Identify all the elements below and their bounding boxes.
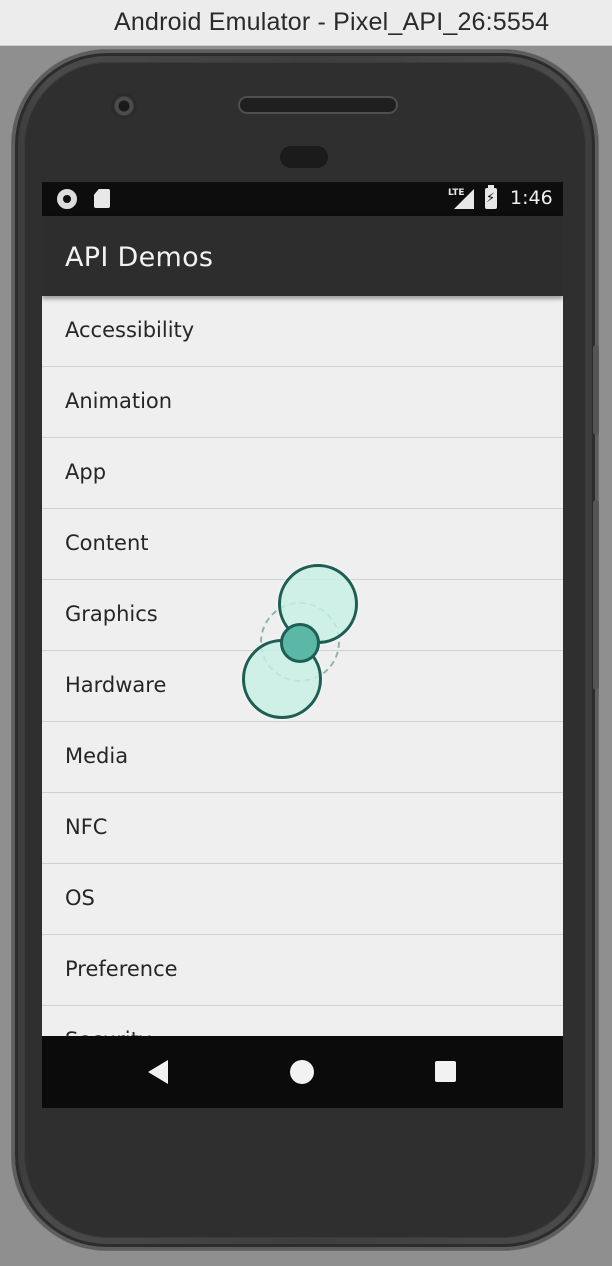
list-item-preference[interactable]: Preference	[42, 935, 563, 1006]
back-icon[interactable]	[148, 1060, 168, 1084]
window-title: Android Emulator - Pixel_API_26:5554	[114, 8, 550, 36]
list-item-media[interactable]: Media	[42, 722, 563, 793]
battery-charging-icon: ⚡	[485, 185, 497, 209]
app-bar: API Demos	[42, 216, 563, 296]
list-item-label: Media	[65, 744, 129, 768]
power-button[interactable]	[593, 345, 599, 435]
list-item-accessibility[interactable]: Accessibility	[42, 296, 563, 367]
list-item-label: OS	[65, 886, 95, 910]
proximity-sensor	[280, 146, 328, 168]
lte-signal-icon: LTE	[448, 188, 474, 209]
status-bar: LTE ⚡ 1:46	[42, 182, 563, 216]
device-screen: LTE ⚡ 1:46 API Demos Accessibility Anima…	[42, 182, 563, 1108]
list-item-label: Security	[65, 1028, 151, 1036]
app-title: API Demos	[65, 242, 214, 273]
list-item-os[interactable]: OS	[42, 864, 563, 935]
list-item-nfc[interactable]: NFC	[42, 793, 563, 864]
earpiece-speaker	[238, 96, 398, 114]
list-item-app[interactable]: App	[42, 438, 563, 509]
sd-card-icon	[94, 189, 110, 208]
front-camera-icon	[111, 93, 137, 119]
list-item-label: Hardware	[65, 673, 167, 697]
list-item-animation[interactable]: Animation	[42, 367, 563, 438]
pinch-center-dot	[280, 623, 320, 663]
list-item-label: Graphics	[65, 602, 158, 626]
sync-circle-icon	[57, 189, 77, 209]
list-item-label: Animation	[65, 389, 173, 413]
list-item-label: Content	[65, 531, 149, 555]
list-item-label: App	[65, 460, 107, 484]
volume-rocker[interactable]	[593, 500, 599, 690]
status-time: 1:46	[510, 187, 553, 209]
list-item-label: Preference	[65, 957, 178, 981]
navigation-bar	[42, 1036, 563, 1108]
list-item-label: Accessibility	[65, 318, 195, 342]
emulator-title-bar: Android Emulator - Pixel_API_26:5554	[0, 0, 612, 46]
recents-icon[interactable]	[435, 1061, 456, 1082]
home-icon[interactable]	[290, 1060, 314, 1084]
list-item-security[interactable]: Security	[42, 1006, 563, 1036]
list-item-label: NFC	[65, 815, 108, 839]
